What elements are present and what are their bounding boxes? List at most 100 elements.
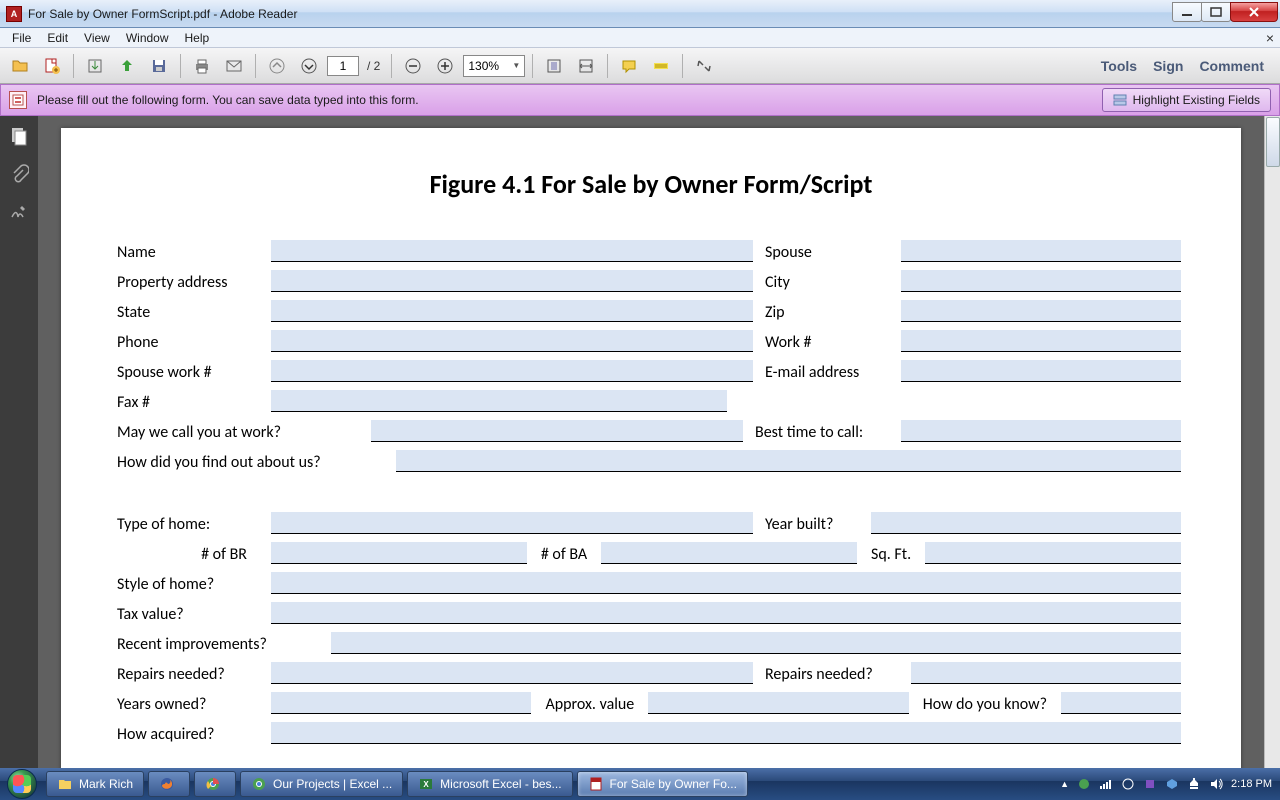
page-up-icon[interactable]	[263, 52, 291, 80]
fit-width-icon[interactable]	[572, 52, 600, 80]
input-repairs2[interactable]	[911, 662, 1181, 684]
attachments-icon[interactable]	[9, 164, 29, 184]
firefox-icon	[159, 776, 175, 792]
scrollbar-thumb[interactable]	[1266, 117, 1280, 167]
taskbar-item[interactable]: XMicrosoft Excel - bes...	[407, 771, 572, 797]
navigation-panel	[0, 116, 38, 774]
input-spouse-work[interactable]	[271, 360, 753, 382]
input-phone[interactable]	[271, 330, 753, 352]
thumbnails-icon[interactable]	[9, 126, 29, 146]
input-property-address[interactable]	[271, 270, 753, 292]
label-repairs1: Repairs needed?	[117, 665, 267, 684]
print-icon[interactable]	[188, 52, 216, 80]
input-name[interactable]	[271, 240, 753, 262]
input-recent-improve[interactable]	[331, 632, 1181, 654]
menu-window[interactable]: Window	[118, 29, 177, 47]
input-email[interactable]	[901, 360, 1181, 382]
form-title: Figure 4.1 For Sale by Owner Form/Script	[117, 168, 1185, 200]
save-icon[interactable]	[145, 52, 173, 80]
taskbar-item[interactable]: Our Projects | Excel ...	[240, 771, 403, 797]
menu-edit[interactable]: Edit	[39, 29, 76, 47]
read-mode-icon[interactable]	[690, 52, 718, 80]
input-city[interactable]	[901, 270, 1181, 292]
tray-icon[interactable]	[1165, 777, 1179, 791]
input-sqft[interactable]	[925, 542, 1181, 564]
tray-icon[interactable]	[1077, 777, 1091, 791]
label-call-work: May we call you at work?	[117, 423, 367, 442]
input-num-br[interactable]	[271, 542, 527, 564]
vertical-scrollbar[interactable]	[1264, 116, 1280, 774]
chrome-icon	[251, 776, 267, 792]
comment-bubble-icon[interactable]	[615, 52, 643, 80]
menu-help[interactable]: Help	[177, 29, 218, 47]
tray-clock[interactable]: 2:18 PM	[1231, 778, 1272, 790]
taskbar-item[interactable]: Mark Rich	[46, 771, 144, 797]
page-down-icon[interactable]	[295, 52, 323, 80]
label-tax-value: Tax value?	[117, 605, 267, 624]
input-years-owned[interactable]	[271, 692, 531, 714]
input-repairs1[interactable]	[271, 662, 753, 684]
input-year-built[interactable]	[871, 512, 1181, 534]
adobe-reader-icon	[588, 776, 604, 792]
highlight-fields-button[interactable]: Highlight Existing Fields	[1102, 88, 1271, 112]
tray-volume-icon[interactable]	[1209, 777, 1223, 791]
export-icon[interactable]	[81, 52, 109, 80]
highlight-fields-icon	[1113, 93, 1127, 107]
input-zip[interactable]	[901, 300, 1181, 322]
chevron-down-icon: ▼	[512, 61, 520, 70]
page-total: / 2	[367, 59, 380, 73]
tray-icon[interactable]	[1121, 777, 1135, 791]
create-pdf-icon[interactable]	[38, 52, 66, 80]
email-icon[interactable]	[220, 52, 248, 80]
taskbar-item-active[interactable]: For Sale by Owner Fo...	[577, 771, 748, 797]
minimize-button[interactable]	[1172, 2, 1202, 22]
tray-icon[interactable]	[1143, 777, 1157, 791]
label-type-home: Type of home:	[117, 515, 267, 534]
close-button[interactable]	[1230, 2, 1278, 22]
input-type-home[interactable]	[271, 512, 753, 534]
tools-panel-button[interactable]: Tools	[1101, 58, 1137, 74]
document-area[interactable]: Figure 4.1 For Sale by Owner Form/Script…	[38, 116, 1264, 774]
comment-panel-button[interactable]: Comment	[1199, 58, 1264, 74]
open-icon[interactable]	[6, 52, 34, 80]
input-approx-value[interactable]	[648, 692, 908, 714]
chrome-icon	[205, 776, 221, 792]
input-work-no[interactable]	[901, 330, 1181, 352]
label-year-built: Year built?	[757, 515, 867, 534]
label-zip: Zip	[757, 303, 897, 322]
menu-file[interactable]: File	[4, 29, 39, 47]
input-call-work[interactable]	[371, 420, 743, 442]
input-fax[interactable]	[271, 390, 727, 412]
input-num-ba[interactable]	[601, 542, 857, 564]
taskbar-item-firefox[interactable]	[148, 771, 190, 797]
input-style[interactable]	[271, 572, 1181, 594]
tray-action-center-icon[interactable]	[1187, 777, 1201, 791]
maximize-button[interactable]	[1201, 2, 1231, 22]
taskbar-item-chrome[interactable]	[194, 771, 236, 797]
close-document-icon[interactable]: ×	[1266, 30, 1274, 46]
tray-network-icon[interactable]	[1099, 777, 1113, 791]
input-tax-value[interactable]	[271, 602, 1181, 624]
label-email: E-mail address	[757, 363, 897, 382]
fit-page-icon[interactable]	[540, 52, 568, 80]
share-icon[interactable]	[113, 52, 141, 80]
menu-view[interactable]: View	[76, 29, 118, 47]
sign-panel-button[interactable]: Sign	[1153, 58, 1183, 74]
zoom-in-icon[interactable]	[431, 52, 459, 80]
input-find-out[interactable]	[396, 450, 1181, 472]
label-best-time: Best time to call:	[747, 423, 897, 442]
label-city: City	[757, 273, 897, 292]
zoom-out-icon[interactable]	[399, 52, 427, 80]
highlight-tool-icon[interactable]	[647, 52, 675, 80]
page-number-input[interactable]	[327, 56, 359, 76]
windows-taskbar: Mark Rich Our Projects | Excel ... XMicr…	[0, 768, 1280, 800]
signatures-icon[interactable]	[9, 202, 29, 222]
input-best-time[interactable]	[901, 420, 1181, 442]
start-button[interactable]	[0, 768, 44, 800]
input-how-know[interactable]	[1061, 692, 1181, 714]
zoom-level-select[interactable]: 130%▼	[463, 55, 525, 77]
input-spouse[interactable]	[901, 240, 1181, 262]
input-how-acquired[interactable]	[271, 722, 1181, 744]
input-state[interactable]	[271, 300, 753, 322]
tray-show-hidden-icon[interactable]: ▲	[1060, 779, 1069, 789]
